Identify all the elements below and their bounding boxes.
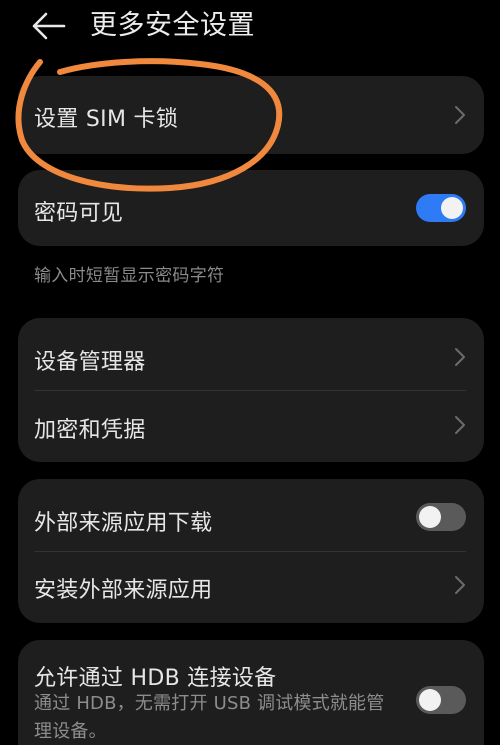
hdb-row[interactable]: 允许通过 HDB 连接设备 通过 HDB，无需打开 USB 调试模式就能管理设备… (18, 640, 484, 745)
password-visible-toggle[interactable] (416, 194, 466, 222)
toggle-knob (441, 197, 463, 219)
device-manager-label: 设备管理器 (34, 350, 146, 375)
chevron-right-icon (455, 106, 465, 124)
toggle-knob (419, 689, 441, 711)
device-group-card: 设备管理器 加密和凭据 (18, 318, 484, 462)
back-button[interactable] (30, 8, 70, 44)
sim-lock-card: 设置 SIM 卡锁 (18, 76, 484, 154)
install-external-label: 安装外部来源应用 (34, 578, 213, 603)
hdb-label: 允许通过 HDB 连接设备 (34, 666, 277, 691)
external-download-row[interactable]: 外部来源应用下载 (18, 479, 484, 551)
chevron-right-icon (455, 576, 465, 594)
password-visible-row[interactable]: 密码可见 (18, 170, 484, 246)
sim-lock-row[interactable]: 设置 SIM 卡锁 (18, 76, 484, 154)
header: 更多安全设置 (0, 0, 500, 56)
external-download-toggle[interactable] (416, 503, 466, 531)
toggle-knob (419, 506, 441, 528)
sim-lock-label: 设置 SIM 卡锁 (34, 107, 179, 132)
external-download-label: 外部来源应用下载 (34, 511, 213, 536)
install-external-row[interactable]: 安装外部来源应用 (18, 551, 484, 623)
password-visible-label: 密码可见 (34, 201, 124, 226)
chevron-right-icon (455, 416, 465, 434)
encryption-credentials-row[interactable]: 加密和凭据 (18, 390, 484, 462)
hdb-toggle[interactable] (416, 686, 466, 714)
security-settings-page: 更多安全设置 设置 SIM 卡锁 密码可见 输入时短暂显示密码字符 设备管理器 (0, 0, 500, 745)
external-sources-card: 外部来源应用下载 安装外部来源应用 (18, 479, 484, 623)
hdb-description: 通过 HDB，无需打开 USB 调试模式就能管理设备。 (34, 693, 385, 742)
hdb-card: 允许通过 HDB 连接设备 通过 HDB，无需打开 USB 调试模式就能管理设备… (18, 640, 484, 745)
back-arrow-icon (32, 12, 66, 40)
password-visible-hint: 输入时短暂显示密码字符 (34, 266, 225, 286)
encryption-credentials-label: 加密和凭据 (34, 418, 146, 443)
page-title: 更多安全设置 (90, 10, 255, 41)
password-visible-card: 密码可见 (18, 170, 484, 246)
chevron-right-icon (455, 348, 465, 366)
device-manager-row[interactable]: 设备管理器 (18, 318, 484, 390)
